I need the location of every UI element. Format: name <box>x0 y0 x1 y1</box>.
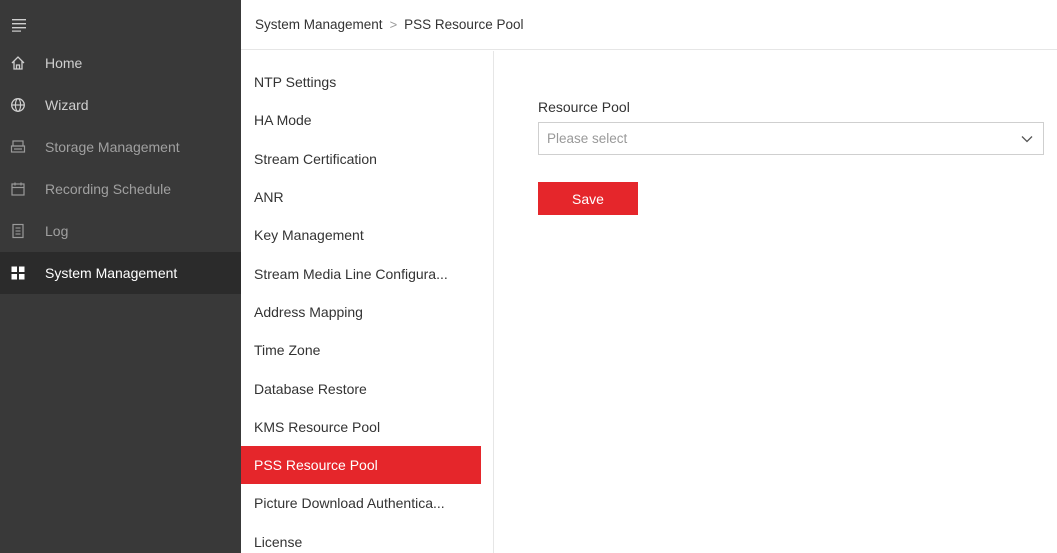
sidebar-item-label: Home <box>45 55 83 71</box>
submenu-item-ntp-settings[interactable]: NTP Settings <box>241 63 481 101</box>
main-content: Resource Pool Please select Save <box>538 96 1044 215</box>
grid-icon <box>10 265 26 281</box>
hamburger-menu-icon <box>12 18 28 35</box>
chevron-down-icon <box>1021 131 1033 146</box>
resource-pool-placeholder: Please select <box>547 131 628 146</box>
sidebar-item-system-management[interactable]: System Management <box>0 252 241 294</box>
home-icon <box>10 55 26 71</box>
sidebar: Home Wizard Storage Management Recording… <box>0 0 241 553</box>
globe-icon <box>10 97 26 113</box>
resource-pool-label: Resource Pool <box>538 99 630 115</box>
submenu-item-pss-resource-pool[interactable]: PSS Resource Pool <box>241 445 481 485</box>
breadcrumb-parent[interactable]: System Management <box>255 17 383 32</box>
sidebar-item-label: Recording Schedule <box>45 181 172 197</box>
save-button[interactable]: Save <box>538 182 638 215</box>
document-icon <box>10 223 26 239</box>
sidebar-item-label: Wizard <box>45 97 89 113</box>
breadcrumb-separator: > <box>389 17 398 32</box>
sidebar-item-label: Log <box>45 223 69 239</box>
sidebar-item-storage-management[interactable]: Storage Management <box>0 126 241 168</box>
sidebar-item-label: Storage Management <box>45 139 180 155</box>
submenu-item-picture-download-authentication[interactable]: Picture Download Authentica... <box>241 484 481 522</box>
sidebar-item-recording-schedule[interactable]: Recording Schedule <box>0 168 241 210</box>
resource-pool-select[interactable]: Please select <box>538 122 1044 155</box>
submenu-item-ha-mode[interactable]: HA Mode <box>241 101 481 139</box>
submenu-item-stream-certification[interactable]: Stream Certification <box>241 140 481 178</box>
submenu-item-kms-resource-pool[interactable]: KMS Resource Pool <box>241 408 481 446</box>
submenu-item-stream-media-line-configuration[interactable]: Stream Media Line Configura... <box>241 254 481 292</box>
submenu-item-anr[interactable]: ANR <box>241 178 481 216</box>
sidebar-item-log[interactable]: Log <box>0 210 241 252</box>
submenu-item-time-zone[interactable]: Time Zone <box>241 331 481 369</box>
storage-icon <box>10 139 26 155</box>
submenu: NTP Settings HA Mode Stream Certificatio… <box>241 51 494 553</box>
sidebar-item-label: System Management <box>45 265 178 281</box>
submenu-item-license[interactable]: License <box>241 523 481 553</box>
submenu-item-database-restore[interactable]: Database Restore <box>241 369 481 407</box>
calendar-icon <box>10 181 26 197</box>
breadcrumb-current: PSS Resource Pool <box>404 17 524 32</box>
submenu-item-address-mapping[interactable]: Address Mapping <box>241 293 481 331</box>
sidebar-item-wizard[interactable]: Wizard <box>0 84 241 126</box>
breadcrumb: System Management > PSS Resource Pool <box>241 0 1057 50</box>
sidebar-item-home[interactable]: Home <box>0 42 241 84</box>
submenu-item-key-management[interactable]: Key Management <box>241 216 481 254</box>
